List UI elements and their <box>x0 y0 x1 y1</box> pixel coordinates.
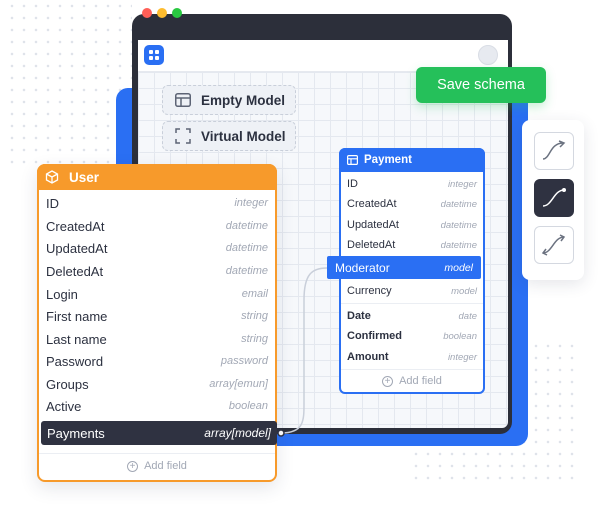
field-type: datetime <box>225 220 268 232</box>
field-name: Date <box>347 310 371 322</box>
field-row[interactable]: Active boolean <box>46 395 268 417</box>
field-type: datetime <box>440 219 477 231</box>
field-row[interactable]: Last name string <box>46 328 268 350</box>
field-type: datetime <box>440 239 477 251</box>
field-name: DeletedAt <box>46 263 104 279</box>
field-type: boolean <box>228 400 268 412</box>
field-name: DeletedAt <box>347 239 396 251</box>
field-name: ID <box>347 178 358 190</box>
field-row[interactable]: UpdatedAt datetime <box>347 215 477 235</box>
field-name: Amount <box>347 351 389 363</box>
field-name: CreatedAt <box>46 218 105 234</box>
payment-model-title: Payment <box>364 154 412 166</box>
field-type: array[model] <box>204 426 271 440</box>
user-model-header[interactable]: User <box>37 164 277 190</box>
field-row[interactable]: Login email <box>46 283 268 305</box>
field-type: boolean <box>443 330 477 342</box>
divider <box>341 369 483 370</box>
field-name: Currency <box>347 285 392 297</box>
plus-icon: + <box>382 375 394 387</box>
field-row[interactable]: Password password <box>46 350 268 372</box>
field-row[interactable]: Date date <box>347 306 477 326</box>
field-name: First name <box>46 308 108 324</box>
field-row[interactable]: DeletedAt datetime <box>347 235 477 255</box>
field-row[interactable]: DeletedAt datetime <box>46 260 268 282</box>
field-row[interactable]: First name string <box>46 305 268 327</box>
field-type: integer <box>447 178 477 190</box>
field-type: model <box>451 285 477 297</box>
field-type: string <box>241 333 268 345</box>
field-row[interactable]: Groups array[emun] <box>46 373 268 395</box>
selected-field-row[interactable]: Moderator model <box>327 256 481 279</box>
user-add-field-button[interactable]: + Add field <box>39 456 275 476</box>
payment-add-field-button[interactable]: + Add field <box>341 371 483 391</box>
payment-model-header[interactable]: Payment <box>339 148 485 172</box>
divider <box>341 303 483 304</box>
field-name: Login <box>46 286 78 302</box>
field-name: Password <box>46 353 104 369</box>
field-type: datetime <box>225 242 268 254</box>
field-name: UpdatedAt <box>46 240 108 256</box>
field-name: Moderator <box>335 260 390 275</box>
field-row[interactable]: Currency model <box>347 281 477 301</box>
stage: Empty Model Virtual Model Save schema Us… <box>0 0 602 508</box>
field-name: Confirmed <box>347 330 402 342</box>
field-type: datetime <box>225 265 268 277</box>
field-name: Groups <box>46 376 89 392</box>
field-type: email <box>241 288 268 300</box>
field-type: array[emun] <box>209 378 268 390</box>
field-row[interactable]: Amount integer <box>347 347 477 367</box>
field-row[interactable]: CreatedAt datetime <box>46 215 268 237</box>
field-row[interactable]: CreatedAt datetime <box>347 194 477 214</box>
field-row[interactable]: ID integer <box>46 192 268 214</box>
field-type: datetime <box>440 198 477 210</box>
field-name: CreatedAt <box>347 198 397 210</box>
add-field-label: Add field <box>399 375 442 387</box>
user-model-title: User <box>69 169 100 185</box>
field-type: date <box>458 310 478 322</box>
divider <box>39 453 275 454</box>
field-type: model <box>444 261 473 274</box>
field-row[interactable]: ID integer <box>347 174 477 194</box>
field-name: ID <box>46 195 59 211</box>
field-name: Last name <box>46 331 107 347</box>
field-name: Active <box>46 398 82 414</box>
field-row[interactable]: UpdatedAt datetime <box>46 237 268 259</box>
field-name: Payments <box>47 425 105 441</box>
field-type: integer <box>447 351 477 363</box>
field-type: integer <box>234 197 268 209</box>
table-icon <box>347 155 358 165</box>
field-type: password <box>220 355 268 367</box>
field-name: UpdatedAt <box>347 219 399 231</box>
add-field-label: Add field <box>144 460 187 472</box>
selected-field-row[interactable]: Payments array[model] <box>41 421 277 445</box>
plus-icon: + <box>127 460 139 472</box>
cube-icon <box>45 170 59 184</box>
field-type: string <box>241 310 268 322</box>
field-row[interactable]: Confirmed boolean <box>347 326 477 346</box>
